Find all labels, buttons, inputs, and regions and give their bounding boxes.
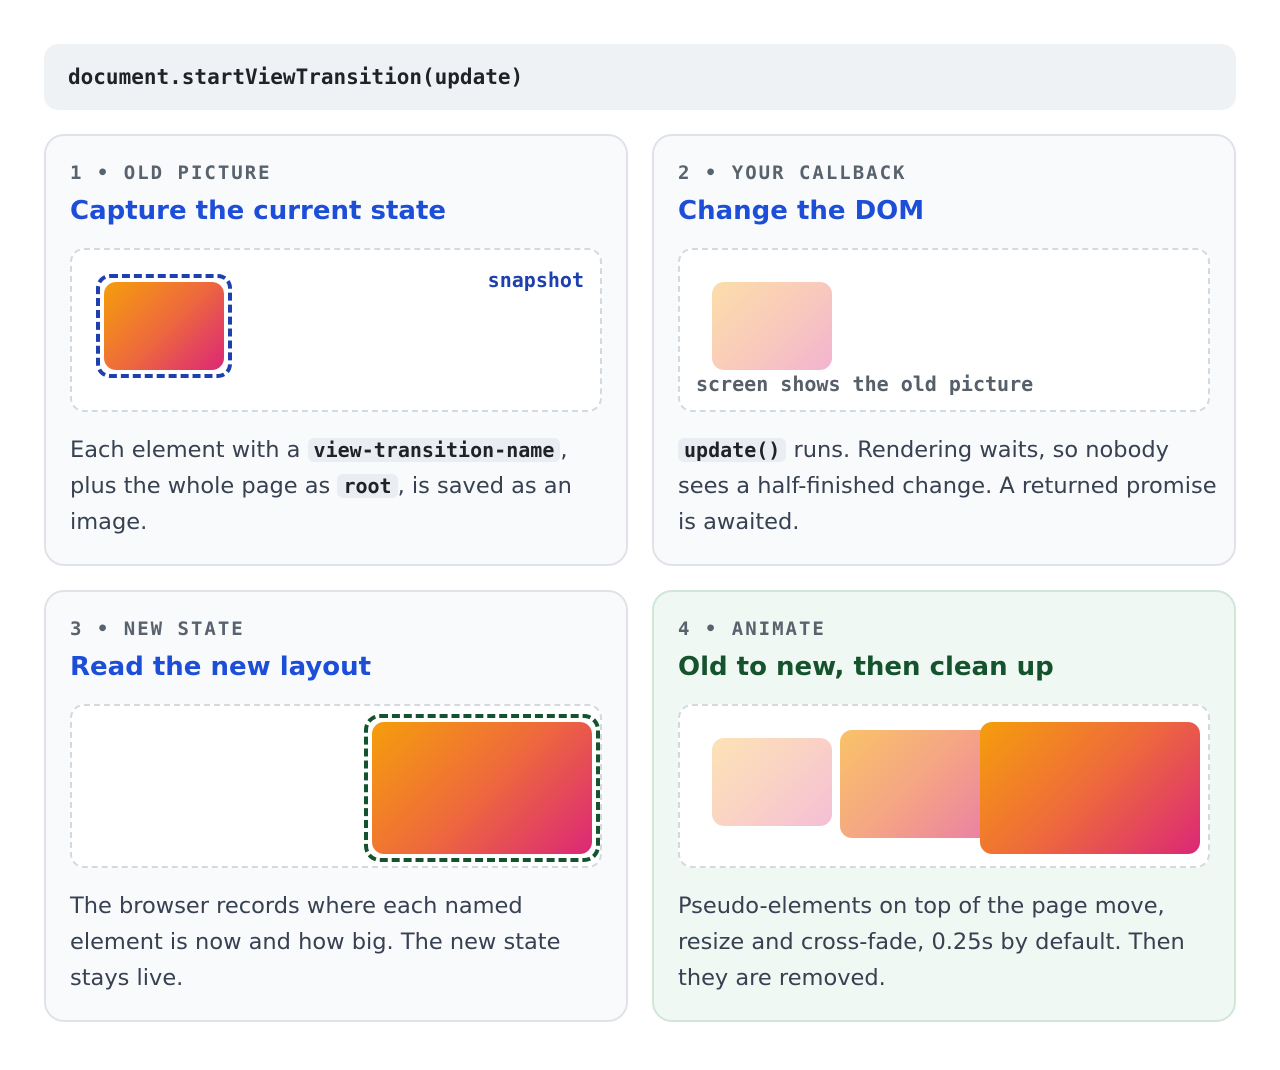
card-your-callback: 2 • YOUR CALLBACK Change the DOM screen … [652,134,1236,566]
step-label: 1 • OLD PICTURE [70,162,272,184]
card-new-state: 3 • NEW STATE Read the new layout The br… [44,590,628,1022]
card-title: Read the new layout [70,652,372,682]
element-box [104,282,224,370]
inline-code: view-transition-name [307,438,561,462]
inline-code: update() [678,438,787,462]
card-description: Each element with a view-transition-name… [70,437,572,535]
card-title: Change the DOM [678,196,925,226]
animation-frame-start [712,738,832,826]
card-description: Pseudo-elements on top of the page move,… [678,893,1185,991]
inline-code: root [337,474,398,498]
illustration-stage: screen shows the old picture [678,248,1210,412]
step-label: 2 • YOUR CALLBACK [678,162,907,184]
illustration-stage [70,704,602,868]
screen-label: screen shows the old picture [696,372,1034,396]
code-text: document.startViewTransition(update) [68,65,524,89]
card-description: The browser records where each named ele… [70,893,561,991]
illustration-stage [678,704,1210,868]
card-title: Capture the current state [70,196,447,226]
card-description: update() runs. Rendering waits, so nobod… [678,437,1217,535]
illustration-stage: snapshot [70,248,602,412]
step-label: 4 • ANIMATE [678,618,826,640]
card-animate: 4 • ANIMATE Old to new, then clean up Ps… [652,590,1236,1022]
step-label: 3 • NEW STATE [70,618,245,640]
animation-frame-end [980,722,1200,854]
element-box-faded [712,282,832,370]
card-title: Old to new, then clean up [678,652,1054,682]
element-box-new [372,722,592,854]
code-banner: document.startViewTransition(update) [44,44,1236,110]
card-old-picture: 1 • OLD PICTURE Capture the current stat… [44,134,628,566]
snapshot-label: snapshot [487,268,584,292]
